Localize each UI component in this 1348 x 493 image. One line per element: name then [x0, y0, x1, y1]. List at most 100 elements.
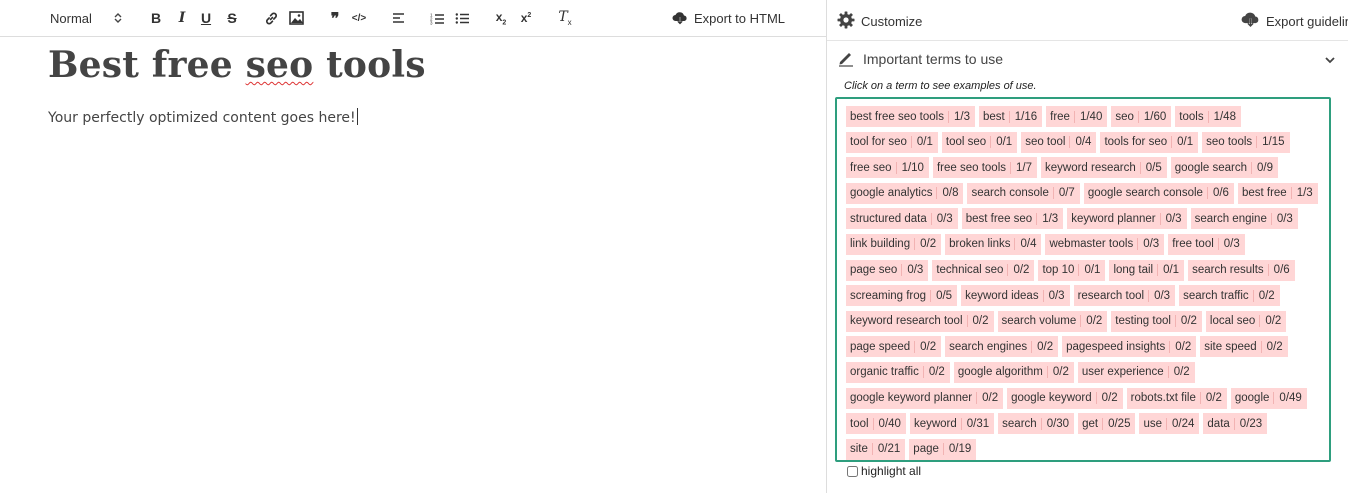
term-chip[interactable]: seo tool 0/4 [1021, 131, 1097, 153]
term-chip[interactable]: robots.txt file 0/2 [1126, 387, 1227, 409]
export-guidelines-button[interactable]: Export guideline [1241, 11, 1348, 31]
important-terms-toggle[interactable]: Important terms to use [837, 48, 1337, 70]
term-count: 0/19 [942, 443, 976, 456]
term-chip[interactable]: top 10 0/1 [1038, 259, 1106, 281]
term-chip[interactable]: structured data 0/3 [846, 208, 958, 230]
format-select[interactable]: Normal [40, 8, 130, 28]
term-chip[interactable]: free seo tools 1/7 [932, 157, 1037, 179]
customize-button[interactable]: Customize [837, 11, 922, 32]
term-chip[interactable]: best free seo 1/3 [961, 208, 1064, 230]
strikethrough-icon[interactable]: S [224, 8, 240, 28]
term-chip[interactable]: google search console 0/6 [1083, 182, 1234, 204]
term-chip[interactable]: keyword research 0/5 [1041, 157, 1167, 179]
document-body[interactable]: Your perfectly optimized content goes he… [48, 108, 426, 126]
term-chip[interactable]: long tail 0/1 [1109, 259, 1185, 281]
term-label: best [982, 110, 1005, 123]
term-chip[interactable]: tool 0/40 [846, 413, 906, 435]
term-chip[interactable]: tools 1/48 [1175, 106, 1241, 127]
term-chip[interactable]: best free 1/3 [1237, 182, 1318, 204]
term-chip[interactable]: search traffic 0/2 [1179, 285, 1280, 307]
term-chip[interactable]: keyword ideas 0/3 [961, 285, 1070, 307]
title-text-part: tools [313, 44, 426, 86]
document-content[interactable]: Best free seo tools Your perfectly optim… [48, 44, 426, 126]
subscript-icon[interactable]: x2 [492, 8, 510, 28]
term-chip[interactable]: keyword planner 0/3 [1067, 208, 1187, 230]
customize-label: Customize [861, 14, 923, 29]
term-chip[interactable]: tool seo 0/1 [941, 131, 1018, 153]
link-icon[interactable] [262, 8, 280, 28]
term-count: 0/6 [1267, 264, 1295, 277]
term-chip[interactable]: tools for seo 0/1 [1100, 131, 1199, 153]
term-chip[interactable]: use 0/24 [1139, 413, 1200, 435]
underline-icon[interactable]: U [198, 8, 214, 28]
term-chip[interactable]: keyword 0/31 [909, 413, 995, 435]
bullet-list-icon[interactable] [453, 8, 471, 28]
term-chip[interactable]: best free seo tools 1/3 [846, 106, 975, 127]
term-label: best free seo tools [850, 110, 944, 123]
term-chip[interactable]: page speed 0/2 [846, 336, 942, 358]
term-label: seo [1115, 110, 1134, 123]
term-chip[interactable]: testing tool 0/2 [1111, 310, 1202, 332]
term-chip[interactable]: site 0/21 [846, 438, 906, 460]
terms-container: best free seo tools 1/3 best 1/16 free 1/40 se… [835, 97, 1331, 462]
term-chip[interactable]: google algorithm 0/2 [953, 361, 1074, 383]
term-chip[interactable]: page 0/19 [909, 438, 977, 460]
term-chip[interactable]: google keyword 0/2 [1007, 387, 1123, 409]
clear-format-icon[interactable]: Tx [556, 8, 574, 28]
term-count: 0/3 [1042, 289, 1070, 302]
term-chip[interactable]: organic traffic 0/2 [846, 361, 950, 383]
term-chip[interactable]: research tool 0/3 [1073, 285, 1176, 307]
highlight-all-option[interactable]: highlight all [847, 464, 921, 478]
term-chip[interactable]: search console 0/7 [967, 182, 1080, 204]
term-chip[interactable]: seo 1/60 [1111, 106, 1172, 127]
term-chip[interactable]: free 1/40 [1046, 106, 1108, 127]
term-chip[interactable]: google analytics 0/8 [846, 182, 964, 204]
term-chip[interactable]: search 0/30 [998, 413, 1075, 435]
code-icon[interactable]: </> [350, 8, 368, 28]
term-chip[interactable]: search engine 0/3 [1190, 208, 1298, 230]
term-chip[interactable]: keyword research tool 0/2 [846, 310, 994, 332]
term-chip[interactable]: pagespeed insights 0/2 [1062, 336, 1197, 358]
term-chip[interactable]: tool for seo 0/1 [846, 131, 938, 153]
term-chip[interactable]: search results 0/6 [1188, 259, 1295, 281]
term-label: best free seo [965, 212, 1033, 225]
term-chip[interactable]: webmaster tools 0/3 [1045, 233, 1165, 255]
align-left-icon[interactable] [390, 8, 406, 28]
document-title[interactable]: Best free seo tools [48, 44, 426, 86]
term-chip[interactable]: local seo 0/2 [1205, 310, 1287, 332]
term-chip[interactable]: google keyword planner 0/2 [846, 387, 1004, 409]
term-chip[interactable]: site speed 0/2 [1200, 336, 1288, 358]
term-chip[interactable]: free seo 1/10 [846, 157, 929, 179]
image-icon[interactable] [287, 8, 305, 28]
term-chip[interactable]: best 1/16 [978, 106, 1043, 127]
guidelines-sidebar: Customize Export guideline Important ter… [826, 0, 1348, 493]
term-chip[interactable]: technical seo 0/2 [932, 259, 1035, 281]
chevron-down-icon[interactable] [1325, 51, 1335, 69]
term-chip[interactable]: search engines 0/2 [945, 336, 1059, 358]
term-label: google search console [1087, 187, 1203, 200]
term-chip[interactable]: screaming frog 0/5 [846, 285, 958, 307]
term-chip[interactable]: get 0/25 [1078, 413, 1136, 435]
highlight-all-checkbox[interactable] [847, 465, 858, 477]
term-label: keyword ideas [965, 289, 1039, 302]
term-chip[interactable]: link building 0/2 [846, 233, 942, 255]
term-chip[interactable]: user experience 0/2 [1077, 361, 1195, 383]
ordered-list-icon[interactable]: 123 [428, 8, 446, 28]
term-count: 0/2 [1174, 315, 1202, 328]
term-chip[interactable]: google 0/49 [1230, 387, 1307, 409]
term-label: keyword research tool [850, 315, 963, 328]
bold-icon[interactable]: B [148, 8, 164, 28]
export-html-button[interactable]: Export to HTML [672, 8, 792, 28]
blockquote-icon[interactable]: ❞ [327, 8, 343, 28]
term-chip[interactable]: search volume 0/2 [997, 310, 1108, 332]
term-chip[interactable]: broken links 0/4 [945, 233, 1042, 255]
term-chip[interactable]: page seo 0/3 [846, 259, 929, 281]
italic-icon[interactable]: I [174, 8, 190, 28]
term-chip[interactable]: seo tools 1/15 [1202, 131, 1290, 153]
term-count: 0/49 [1273, 392, 1306, 405]
term-chip[interactable]: data 0/23 [1203, 413, 1268, 435]
term-chip[interactable]: free tool 0/3 [1168, 233, 1245, 255]
superscript-icon[interactable]: x2 [517, 8, 535, 28]
term-chip[interactable]: google search 0/9 [1170, 157, 1279, 179]
term-count: 1/60 [1137, 110, 1171, 123]
